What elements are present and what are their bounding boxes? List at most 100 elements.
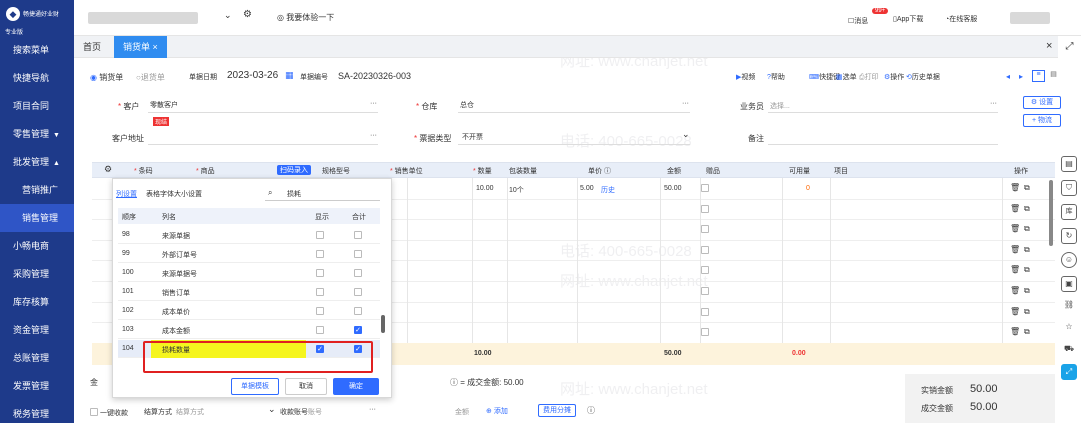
gift-checkbox[interactable]: [701, 287, 709, 295]
company-selector[interactable]: [88, 12, 198, 24]
radio-return[interactable]: ○退货单: [136, 72, 165, 83]
copy-icon[interactable]: 🗑: [1010, 327, 1020, 336]
sum-checkbox[interactable]: [354, 231, 362, 239]
split-cost-button[interactable]: 费用分摊: [538, 404, 576, 417]
sidebar-item[interactable]: 总账管理: [0, 344, 74, 372]
sidebar-item[interactable]: 营销推广: [0, 176, 74, 204]
help-icon[interactable]: ⓘ: [587, 405, 595, 416]
popup-row[interactable]: 103 成本金额 ✓: [118, 321, 380, 339]
chevron-down-icon[interactable]: ⌄: [224, 10, 232, 21]
show-checkbox[interactable]: [316, 231, 324, 239]
toolbar-item[interactable]: ▶视频: [736, 72, 755, 82]
delete-icon[interactable]: ⧉: [1024, 204, 1030, 214]
shield-icon[interactable]: ⛉: [1061, 180, 1077, 196]
gift-checkbox[interactable]: [701, 184, 709, 192]
delete-icon[interactable]: ⧉: [1024, 327, 1030, 337]
sidebar-item[interactable]: 零售管理 ▼: [0, 120, 74, 148]
sidebar-item[interactable]: 库存核算: [0, 288, 74, 316]
toolbar-item[interactable]: ▦选单: [836, 72, 857, 82]
add-payment-link[interactable]: ⊕ 添加: [486, 406, 508, 416]
copy-icon[interactable]: 🗑: [1010, 204, 1020, 213]
tab-sales-invoice[interactable]: 销货单 ×: [114, 36, 167, 58]
sum-checkbox[interactable]: [354, 269, 362, 277]
gift-checkbox[interactable]: [701, 225, 709, 233]
delete-icon[interactable]: ⧉: [1024, 265, 1030, 275]
copy-icon[interactable]: 🗑: [1010, 183, 1020, 192]
image-icon[interactable]: ▣: [1061, 276, 1077, 292]
invoice-select[interactable]: 不开票: [462, 132, 483, 142]
customer-value[interactable]: 零散客户: [150, 100, 178, 110]
grid-scrollbar[interactable]: [1049, 180, 1053, 246]
star-icon[interactable]: ☆: [1061, 320, 1077, 336]
settings-button[interactable]: ⚙ 设置: [1023, 96, 1061, 109]
sidebar-item[interactable]: 销售管理: [0, 204, 74, 232]
face-icon[interactable]: ☺: [1061, 252, 1077, 268]
show-checkbox[interactable]: [316, 250, 324, 258]
sum-checkbox[interactable]: [354, 250, 362, 258]
close-icon[interactable]: ×: [153, 42, 158, 52]
sidebar-item[interactable]: 项目合同: [0, 92, 74, 120]
copy-icon[interactable]: 🗑: [1010, 245, 1020, 254]
list-view-icon[interactable]: ≡: [1032, 70, 1045, 82]
delete-icon[interactable]: ⧉: [1024, 224, 1030, 234]
popup-row[interactable]: 102 成本单价: [118, 302, 380, 320]
show-checkbox[interactable]: [316, 307, 324, 315]
sum-checkbox[interactable]: [354, 307, 362, 315]
calendar-icon[interactable]: ▦: [285, 70, 294, 81]
delete-icon[interactable]: ⧉: [1024, 183, 1030, 193]
tab-home[interactable]: 首页: [74, 36, 108, 58]
scan-entry-button[interactable]: 扫码录入: [277, 165, 311, 175]
more-icon[interactable]: ···: [682, 100, 689, 107]
popup-row[interactable]: 100 来源单据号: [118, 264, 380, 282]
radio-sale[interactable]: ◉ 销货单: [90, 72, 123, 83]
toolbar-item[interactable]: ⎙打印: [859, 72, 879, 82]
show-checkbox[interactable]: [316, 288, 324, 296]
popup-row[interactable]: 101 销售订单: [118, 283, 380, 301]
sidebar-item[interactable]: 资金管理: [0, 316, 74, 344]
app-download-link[interactable]: ▯App下载: [893, 14, 923, 24]
more-icon[interactable]: ···: [370, 100, 377, 107]
copy-icon[interactable]: 🗑: [1010, 286, 1020, 295]
price-history-link[interactable]: 历史: [601, 185, 615, 195]
doc-icon[interactable]: ▤: [1061, 156, 1077, 172]
help-icon[interactable]: ⓘ: [604, 168, 611, 175]
trial-link[interactable]: ◎ 我要体验一下: [277, 12, 334, 23]
one-key-collect[interactable]: 一键收款: [90, 407, 128, 418]
template-button[interactable]: 单据模板: [231, 378, 279, 395]
truck-icon[interactable]: ⛟: [1061, 342, 1077, 358]
cancel-button[interactable]: 取消: [285, 378, 327, 395]
help-icon[interactable]: ⓘ: [450, 378, 458, 387]
sum-checkbox[interactable]: ✓: [354, 345, 362, 353]
user-name[interactable]: [1010, 12, 1050, 24]
popup-row[interactable]: 98 来源单据: [118, 226, 380, 244]
copy-icon[interactable]: 🗑: [1010, 307, 1020, 316]
delete-icon[interactable]: ⧉: [1024, 307, 1030, 317]
gift-checkbox[interactable]: [701, 328, 709, 336]
grid-view-icon[interactable]: ▤: [1047, 70, 1060, 82]
more-icon[interactable]: ···: [369, 406, 376, 413]
warehouse-value[interactable]: 总仓: [460, 100, 474, 110]
toolbar-item[interactable]: ⚙操作: [884, 72, 904, 82]
tab-column-settings[interactable]: 列设置: [116, 189, 137, 199]
sidebar-item[interactable]: 快捷导航: [0, 64, 74, 92]
settle-select[interactable]: 结算方式: [176, 407, 204, 417]
account-input[interactable]: 账号: [308, 407, 322, 417]
popup-row[interactable]: 104 损耗数量 ✓ ✓: [118, 340, 380, 358]
gift-checkbox[interactable]: [701, 246, 709, 254]
row1-qty[interactable]: 10.00: [476, 185, 494, 192]
toolbar-item[interactable]: ?帮助: [767, 72, 785, 82]
sidebar-item[interactable]: 搜索菜单: [0, 36, 74, 64]
tab-font-size[interactable]: 表格字体大小设置: [146, 189, 202, 199]
more-icon[interactable]: ···: [990, 100, 997, 107]
fullscreen-icon[interactable]: ⤢: [1061, 364, 1077, 380]
gift-checkbox[interactable]: [701, 308, 709, 316]
row1-pack[interactable]: 10个: [509, 185, 524, 195]
column-search-input[interactable]: ⌕ 损耗: [265, 187, 380, 201]
chevron-down-icon[interactable]: ⌄: [682, 129, 690, 140]
close-icon[interactable]: ×: [1046, 40, 1052, 52]
expand-icon[interactable]: ⤢: [1058, 36, 1081, 58]
popup-row[interactable]: 99 外部订单号: [118, 245, 380, 263]
prev-icon[interactable]: ◂: [1006, 72, 1010, 81]
gift-checkbox[interactable]: [701, 205, 709, 213]
row1-price[interactable]: 5.00: [580, 185, 594, 192]
